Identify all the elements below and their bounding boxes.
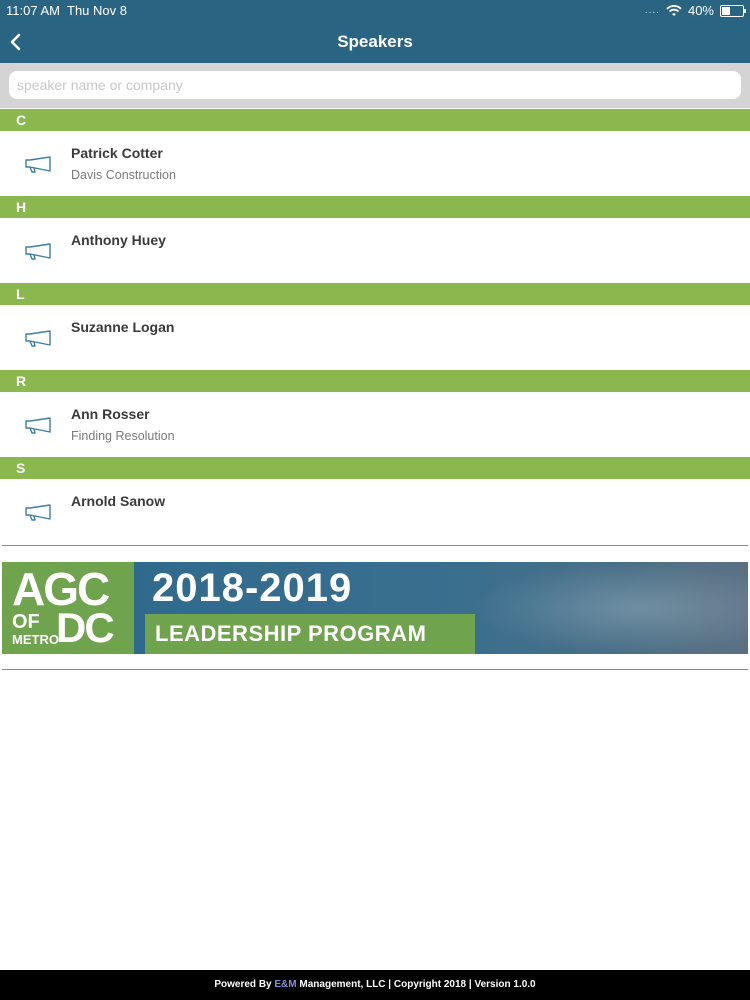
speaker-list: C Patrick Cotter Davis Construction H Anthon… <box>0 109 750 544</box>
megaphone-icon <box>24 502 52 522</box>
speaker-name: Arnold Sanow <box>71 493 166 509</box>
megaphone-icon <box>24 154 52 174</box>
logo-metro-text: METRO <box>12 632 59 647</box>
app-header: 11:07 AM Thu Nov 8 .... 40% Speakers <box>0 0 750 63</box>
banner-program: LEADERSHIP PROGRAM <box>155 621 427 646</box>
divider-bottom <box>2 669 748 670</box>
section-header-c: C <box>0 109 750 131</box>
section-header-r: R <box>0 370 750 392</box>
section-header-l: L <box>0 283 750 305</box>
speaker-row[interactable]: Arnold Sanow <box>0 479 750 544</box>
section-header-s: S <box>0 457 750 479</box>
status-bar: 11:07 AM Thu Nov 8 .... 40% <box>0 0 750 22</box>
banner-logo-panel: AGC OF METRO DC <box>2 562 134 654</box>
banner-photo <box>472 562 748 654</box>
logo-of-text: OF <box>12 611 40 633</box>
program-banner[interactable]: AGC OF METRO DC 2018-2019 LEADERSHIP PRO… <box>2 562 748 654</box>
speaker-row[interactable]: Patrick Cotter Davis Construction <box>0 131 750 196</box>
banner-year: 2018-2019 <box>152 566 353 610</box>
megaphone-icon <box>24 328 52 348</box>
multitasking-dots: .... <box>644 5 660 16</box>
section-header-h: H <box>0 196 750 218</box>
divider-top <box>2 545 748 546</box>
search-input[interactable] <box>9 71 741 99</box>
page-title: Speakers <box>337 32 413 51</box>
search-bar <box>0 63 750 108</box>
speaker-name: Suzanne Logan <box>71 319 175 335</box>
footer-rest: Management, LLC | Copyright 2018 | Versi… <box>296 979 536 990</box>
status-date: Thu Nov 8 <box>67 3 127 18</box>
nav-bar: Speakers <box>0 22 750 63</box>
status-indicators: .... 40% <box>644 3 746 18</box>
megaphone-icon <box>24 241 52 261</box>
speaker-row[interactable]: Suzanne Logan <box>0 305 750 370</box>
footer-company-accent: E&M <box>274 979 297 990</box>
speaker-name: Anthony Huey <box>71 232 166 248</box>
speaker-row[interactable]: Anthony Huey <box>0 218 750 283</box>
speaker-company: Finding Resolution <box>71 429 175 443</box>
wifi-icon <box>666 4 682 16</box>
footer: Powered By E&M Management, LLC | Copyrig… <box>0 970 750 1000</box>
speaker-row[interactable]: Ann Rosser Finding Resolution <box>0 392 750 457</box>
megaphone-icon <box>24 415 52 435</box>
status-time: 11:07 AM <box>6 3 60 18</box>
battery-percent: 40% <box>687 3 714 18</box>
logo-dc-text: DC <box>56 604 115 651</box>
speaker-company: Davis Construction <box>71 168 176 182</box>
footer-powered-by: Powered By <box>214 979 275 990</box>
speaker-name: Ann Rosser <box>71 406 150 422</box>
battery-icon <box>720 4 746 17</box>
speaker-name: Patrick Cotter <box>71 145 163 161</box>
